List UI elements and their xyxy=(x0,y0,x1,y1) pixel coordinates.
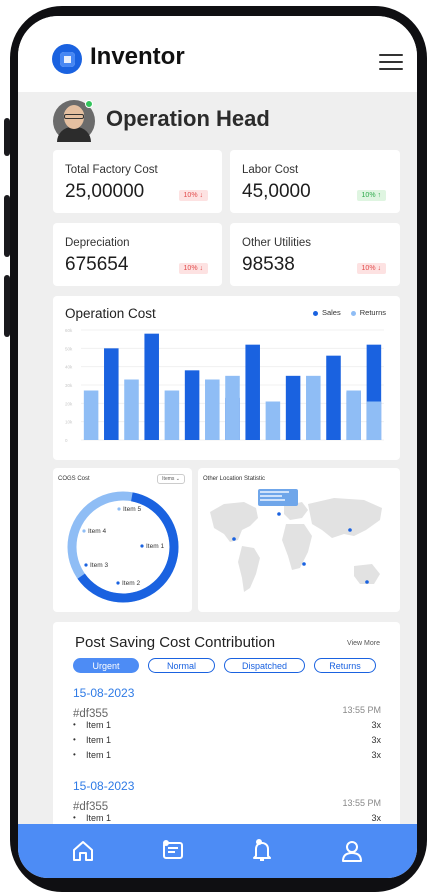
y-tick-label: 20k xyxy=(65,401,73,406)
legend-sales[interactable]: Sales xyxy=(312,308,341,317)
phone-frame: Inventor Operation Head Total Factory Co… xyxy=(10,6,427,892)
entry-item: Item 13x xyxy=(73,720,381,735)
stat-card-total-factory-cost[interactable]: Total Factory Cost 25,00000 10% ↓ xyxy=(53,150,222,213)
donut-label-item1: Item 1 xyxy=(146,543,164,550)
entry-item: Item 13x xyxy=(73,750,381,765)
entry-id: #df355 xyxy=(73,708,109,720)
operation-cost-bar-chart: 0 10k 20k 30k 40k 50k 60k xyxy=(65,328,384,443)
trend-badge: 10% ↓ xyxy=(178,190,208,201)
bottom-nav xyxy=(18,824,417,878)
bell-icon[interactable] xyxy=(247,836,277,866)
bar-returns-9[interactable] xyxy=(265,401,281,441)
screen: Inventor Operation Head Total Factory Co… xyxy=(18,16,417,878)
bar-sales-12[interactable] xyxy=(326,355,341,440)
profile-role: Operation Head xyxy=(106,106,270,131)
trend-badge: 10% ↓ xyxy=(178,263,208,274)
bar-sales-8[interactable] xyxy=(245,344,260,440)
bar-returns-11[interactable] xyxy=(306,375,321,440)
cogs-title: COGS Cost xyxy=(58,476,90,482)
stat-card-depreciation[interactable]: Depreciation 675654 10% ↓ xyxy=(53,223,222,286)
y-tick-label: 0 xyxy=(65,438,68,443)
tab-normal[interactable]: Normal xyxy=(148,658,215,673)
bar-returns-7[interactable] xyxy=(225,375,240,440)
stat-value: 25,00000 xyxy=(65,181,145,202)
app-header: Inventor xyxy=(18,16,417,92)
y-tick-label: 10k xyxy=(65,420,73,425)
post-saving-card: Post Saving Cost Contribution View More … xyxy=(53,622,400,832)
bar-returns-0[interactable] xyxy=(83,390,99,441)
stat-value: 675654 xyxy=(65,254,129,275)
y-tick-label: 30k xyxy=(65,383,73,388)
bar-returns-13[interactable] xyxy=(346,390,361,441)
stat-card-other-utilities[interactable]: Other Utilities 98538 10% ↓ xyxy=(230,223,400,286)
entry-item: Item 13x xyxy=(73,735,381,750)
tab-urgent[interactable]: Urgent xyxy=(73,658,139,673)
tab-dispatched[interactable]: Dispatched xyxy=(224,658,305,673)
entry-id: #df355 xyxy=(73,801,109,813)
location-card: Other Location Statistic xyxy=(198,468,400,612)
home-icon[interactable] xyxy=(68,836,98,866)
cogs-cost-card: COGS Cost Items ⌄ Item 5 Item 4 Item 1 I… xyxy=(53,468,192,612)
post-saving-title: Post Saving Cost Contribution xyxy=(75,634,276,651)
stat-label: Total Factory Cost xyxy=(65,164,158,176)
stat-value: 45,0000 xyxy=(242,181,311,202)
trend-badge: 10% ↑ xyxy=(356,190,386,201)
chart-legend: Sales Returns xyxy=(312,308,386,317)
status-tabs: Urgent Normal Dispatched Returns xyxy=(73,658,376,673)
list-item[interactable]: 15-08-2023 #df355 13:55 PM Item 13x Item… xyxy=(73,686,381,765)
donut-label-item3: Item 3 xyxy=(90,562,108,569)
location-title: Other Location Statistic xyxy=(203,476,266,482)
world-map[interactable] xyxy=(204,490,394,608)
bar-sales-5[interactable] xyxy=(184,370,200,440)
y-tick-label: 40k xyxy=(65,365,73,370)
bar-sales-1[interactable] xyxy=(104,348,119,440)
bar-returns-2[interactable] xyxy=(124,379,139,441)
bar-sales-10[interactable] xyxy=(285,375,301,440)
list-item[interactable]: 15-08-2023 #df355 13:55 PM Item 13x xyxy=(73,779,381,828)
entry-date: 15-08-2023 xyxy=(73,686,135,700)
view-more-link[interactable]: View More xyxy=(347,640,380,647)
app-title: Inventor xyxy=(90,43,185,70)
bar-returns-6[interactable] xyxy=(205,379,220,441)
stat-value: 98538 xyxy=(242,254,295,275)
donut-label-item4: Item 4 xyxy=(88,528,106,535)
entry-time: 13:55 PM xyxy=(342,705,381,715)
items-dropdown[interactable]: Items ⌄ xyxy=(157,474,185,484)
legend-returns[interactable]: Returns xyxy=(350,308,386,317)
y-tick-label: 50k xyxy=(65,346,73,351)
entry-date: 15-08-2023 xyxy=(73,779,135,793)
stat-card-labor-cost[interactable]: Labor Cost 45,0000 10% ↑ xyxy=(230,150,400,213)
donut-label-item5: Item 5 xyxy=(123,506,141,513)
cogs-donut-chart: Item 5 Item 4 Item 1 Item 3 Item 2 xyxy=(67,491,179,603)
chart-title: Operation Cost xyxy=(65,306,156,321)
bar-returns-4[interactable] xyxy=(164,390,180,441)
bar-returns-14[interactable] xyxy=(366,401,382,441)
hamburger-menu-icon[interactable] xyxy=(379,54,403,70)
stat-label: Other Utilities xyxy=(242,237,312,249)
tab-returns[interactable]: Returns xyxy=(314,658,376,673)
map-tooltip xyxy=(258,489,298,506)
app-logo-icon xyxy=(52,44,82,74)
message-icon[interactable] xyxy=(158,836,188,866)
donut-label-item2: Item 2 xyxy=(122,580,140,587)
bar-sales-3[interactable] xyxy=(144,333,159,440)
entry-time: 13:55 PM xyxy=(342,798,381,808)
stat-label: Depreciation xyxy=(65,237,130,249)
online-status-dot xyxy=(85,100,93,108)
stat-label: Labor Cost xyxy=(242,164,299,176)
y-tick-label: 60k xyxy=(65,328,73,333)
operation-cost-card: Operation Cost Sales Returns 0 10k 20k 30k 4… xyxy=(53,296,400,460)
user-icon[interactable] xyxy=(337,836,367,866)
trend-badge: 10% ↓ xyxy=(356,263,386,274)
